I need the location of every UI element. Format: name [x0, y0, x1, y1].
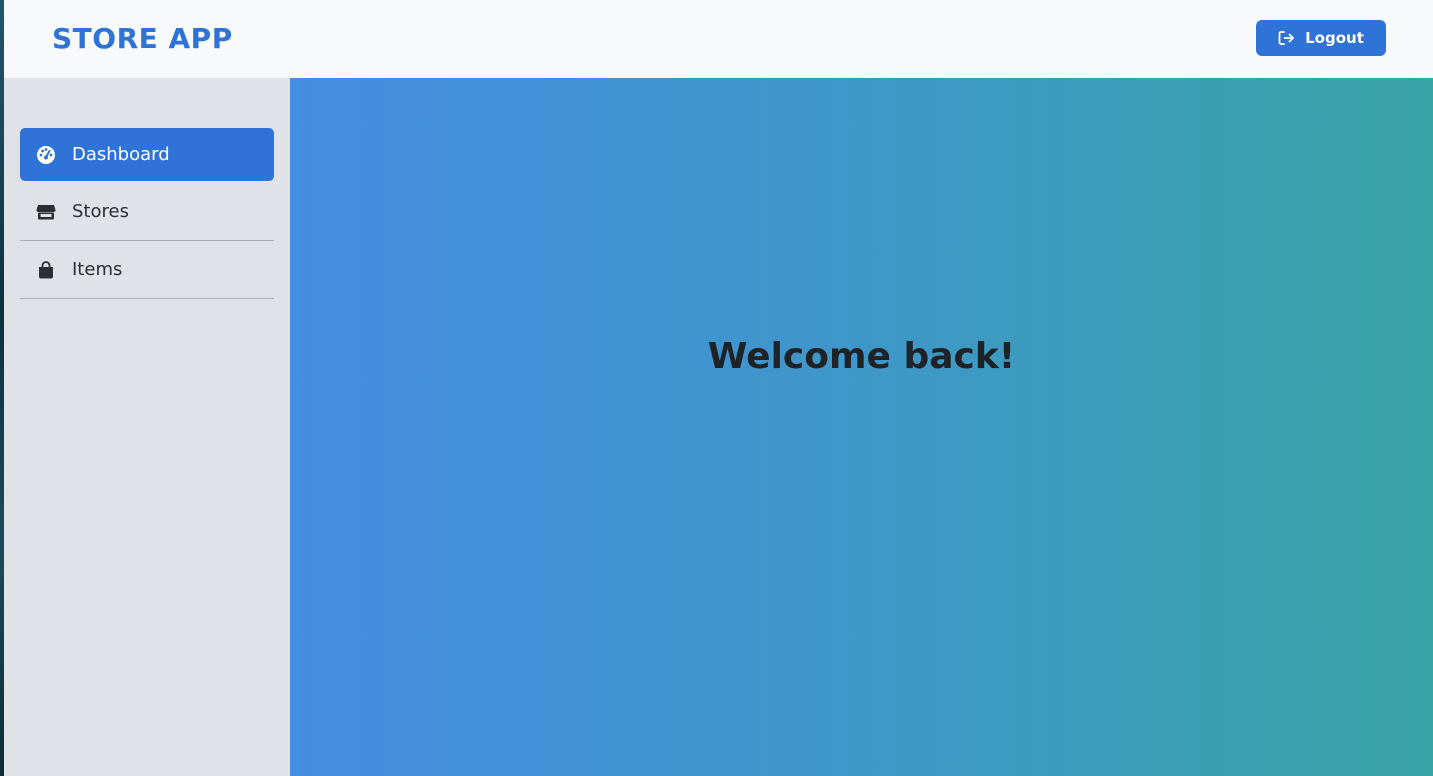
sidebar-item-label: Stores — [72, 201, 129, 222]
sidebar-item-stores[interactable]: Stores — [20, 183, 274, 241]
sidebar-item-label: Items — [72, 259, 123, 280]
app-title: STORE APP — [52, 22, 233, 55]
sidebar-item-dashboard[interactable]: Dashboard — [20, 128, 274, 181]
top-bar: STORE APP Logout — [4, 0, 1433, 78]
welcome-heading: Welcome back! — [707, 336, 1016, 377]
logout-icon — [1278, 30, 1295, 46]
logout-label: Logout — [1305, 29, 1364, 47]
sidebar-nav: Dashboard Stores Items — [20, 128, 274, 299]
logout-button[interactable]: Logout — [1256, 20, 1386, 56]
dashboard-gauge-icon — [36, 145, 56, 165]
sidebar-item-items[interactable]: Items — [20, 241, 274, 299]
shopping-bag-icon — [36, 260, 56, 280]
store-icon — [36, 202, 56, 222]
sidebar-item-label: Dashboard — [72, 144, 170, 165]
sidebar: Dashboard Stores Items — [4, 78, 290, 776]
main-content: Welcome back! — [290, 78, 1433, 776]
